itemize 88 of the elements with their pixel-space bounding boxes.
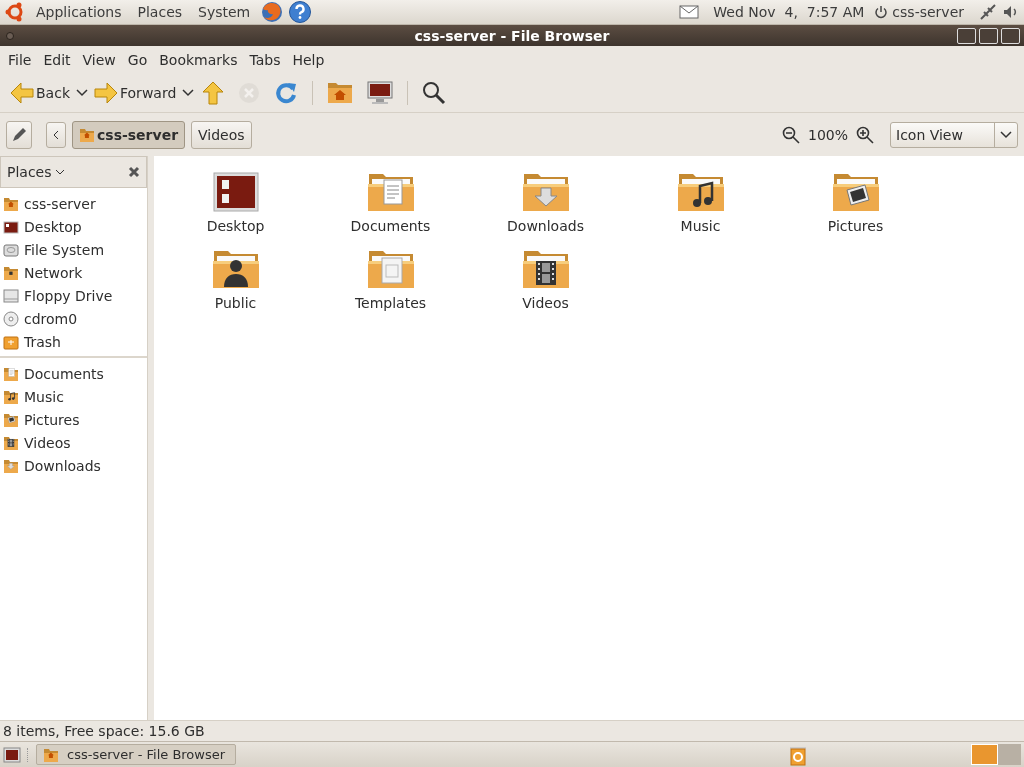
- network-icon[interactable]: [978, 2, 998, 22]
- edit-location-button[interactable]: [6, 120, 32, 149]
- sidebar-item[interactable]: Network: [0, 261, 147, 284]
- menu-item[interactable]: File: [2, 51, 38, 68]
- hard-drive-icon: [3, 241, 19, 258]
- minimize-button[interactable]: [957, 28, 976, 44]
- toolbar-button[interactable]: Forward: [90, 78, 181, 107]
- zoom-level: 100%: [807, 126, 848, 143]
- stop-icon: [238, 81, 261, 104]
- menu-item[interactable]: Bookmarks: [153, 51, 244, 68]
- panel-menu[interactable]: System: [192, 2, 257, 22]
- folder-icon[interactable]: [211, 249, 260, 289]
- panel-menu[interactable]: Places: [131, 2, 189, 22]
- taskbar-button[interactable]: css-server - File Browser: [36, 744, 236, 765]
- sidebar-item[interactable]: css-server: [0, 192, 147, 215]
- sidebar-item[interactable]: Desktop: [0, 215, 147, 238]
- places-dropdown[interactable]: Places: [7, 164, 65, 180]
- toolbar-button[interactable]: Back: [6, 78, 74, 107]
- clock[interactable]: Wed Nov 4, 7:57 AM: [703, 2, 871, 22]
- file-label[interactable]: Desktop: [206, 218, 265, 234]
- sidebar-item[interactable]: cdrom0: [0, 307, 147, 330]
- power-icon[interactable]: [874, 5, 889, 19]
- forward-arrow-icon: [94, 81, 118, 104]
- sidebar-item[interactable]: Floppy Drive: [0, 284, 147, 307]
- sidebar-item[interactable]: Music: [0, 385, 147, 408]
- back-arrow-icon: [10, 81, 34, 104]
- sidebar-item[interactable]: Downloads: [0, 454, 147, 477]
- view-dropdown[interactable]: Icon View: [890, 121, 1018, 148]
- close-button[interactable]: [1001, 28, 1020, 44]
- menu-item[interactable]: Help: [286, 51, 331, 68]
- sidebar-item[interactable]: Trash: [0, 330, 147, 353]
- up-arrow-icon: [202, 80, 225, 105]
- desktop-icon[interactable]: [212, 172, 259, 212]
- file-label[interactable]: Pictures: [827, 218, 884, 234]
- close-icon[interactable]: [128, 166, 140, 178]
- sidebar-item[interactable]: File System: [0, 238, 147, 261]
- path-button[interactable]: Videos: [191, 120, 252, 149]
- dropdown-caret-icon: [1000, 130, 1012, 139]
- drive-icon: [3, 287, 19, 304]
- window-title: css-server - File Browser: [414, 27, 610, 44]
- zoom-out-icon[interactable]: [781, 125, 800, 144]
- file-label[interactable]: Downloads: [507, 218, 584, 234]
- reload-icon: [274, 80, 299, 105]
- folder-icon: [3, 264, 19, 281]
- menu-item[interactable]: Go: [121, 51, 154, 68]
- home-folder-icon: [3, 195, 19, 212]
- file-label[interactable]: Documents: [350, 218, 431, 234]
- help-icon[interactable]: [288, 0, 313, 24]
- folder-icon: [43, 746, 59, 763]
- sidebar-item[interactable]: Videos: [0, 431, 147, 454]
- trash-icon: [3, 333, 19, 350]
- folder-icon[interactable]: [831, 172, 880, 212]
- home-folder-icon: [327, 81, 354, 104]
- show-desktop-icon[interactable]: [3, 746, 21, 763]
- folder-icon: [3, 411, 19, 428]
- mail-icon[interactable]: [679, 5, 700, 19]
- file-label[interactable]: Templates: [354, 295, 427, 311]
- dropdown-caret-icon[interactable]: [182, 88, 195, 97]
- chevron-down-icon: [54, 169, 65, 175]
- menu-item[interactable]: Tabs: [243, 51, 287, 68]
- desktop-icon: [3, 218, 19, 235]
- file-label[interactable]: Music: [680, 218, 721, 234]
- folder-icon: [3, 388, 19, 405]
- computer-icon: [367, 80, 394, 105]
- home-folder-icon: [79, 126, 95, 143]
- folder-icon: [3, 365, 19, 382]
- sidebar-item[interactable]: Documents: [0, 362, 147, 385]
- workspace-switcher[interactable]: [971, 744, 1021, 765]
- user-name[interactable]: css-server: [892, 4, 974, 20]
- sidebar-item[interactable]: Pictures: [0, 408, 147, 431]
- folder-icon: [3, 434, 19, 451]
- pencil-icon: [11, 126, 27, 143]
- path-button[interactable]: css-server: [72, 120, 186, 149]
- folder-icon[interactable]: [676, 172, 725, 212]
- search-icon: [422, 80, 447, 105]
- firefox-icon[interactable]: [260, 0, 285, 24]
- menu-item[interactable]: Edit: [37, 51, 77, 68]
- folder-icon: [3, 457, 19, 474]
- file-label[interactable]: Public: [214, 295, 257, 311]
- folder-icon[interactable]: [521, 249, 570, 289]
- menu-item[interactable]: View: [76, 51, 122, 68]
- disc-icon: [3, 310, 19, 327]
- panel-menu[interactable]: Applications: [30, 2, 128, 22]
- left-chevron-icon: [53, 129, 59, 140]
- maximize-button[interactable]: [979, 28, 998, 44]
- dropdown-caret-icon[interactable]: [76, 88, 88, 97]
- file-label[interactable]: Videos: [522, 295, 569, 311]
- zoom-in-icon[interactable]: [856, 125, 874, 144]
